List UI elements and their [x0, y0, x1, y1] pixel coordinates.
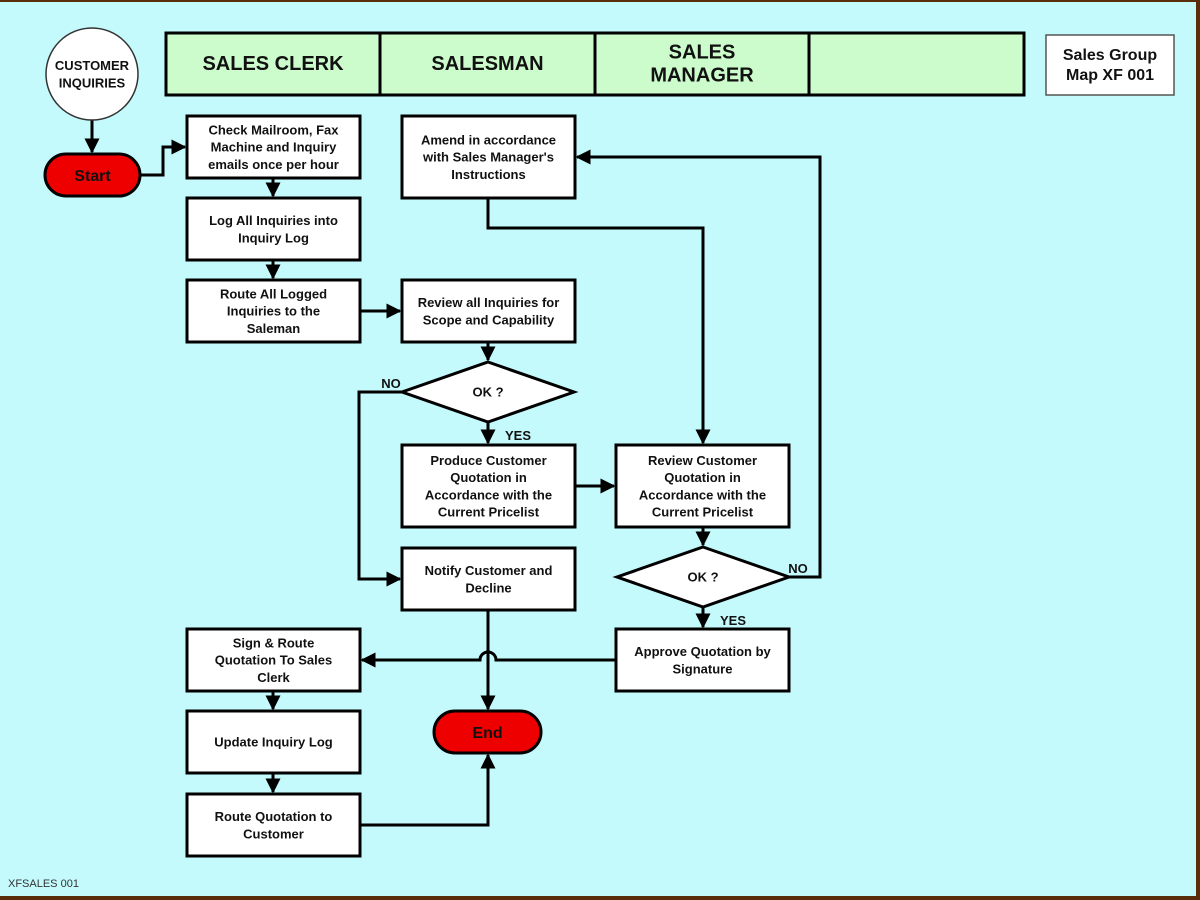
map-title-box: Sales Group Map XF 001: [1045, 34, 1175, 96]
node-label-check-mailroom: Check Mailroom, Fax Machine and Inquiry em…: [208, 123, 339, 172]
node-customer-inquiries[interactable]: CUSTOMER INQUIRIES: [45, 27, 139, 121]
node-label-start: Start: [74, 168, 111, 185]
flowchart-canvas: SALES CLERK SALESMAN SALES MANAGER Sales Gro…: [0, 2, 1196, 896]
node-start[interactable]: Start: [43, 152, 142, 198]
edge-label-no-ok-1: NO: [381, 376, 401, 391]
node-amend[interactable]: Amend in accordance with Sales Manager's I…: [400, 114, 577, 200]
edge-route-customer-to-end: [360, 753, 496, 827]
node-update-log[interactable]: Update Inquiry Log: [185, 709, 362, 775]
edge-label-yes-ok-1: YES: [505, 428, 531, 443]
node-review-inquiries[interactable]: Review all Inquiries for Scope and Capabi…: [400, 278, 577, 344]
node-label-ok-2: OK ?: [687, 570, 718, 585]
edge-start-to-check-mailroom: [140, 139, 187, 177]
footer-code: XFSALES 001: [8, 878, 79, 890]
edge-label-no-ok-2: NO: [788, 561, 808, 576]
edge-ok-1-to-notify-decline: [357, 390, 402, 587]
lane-header-sales-manager: SALES MANAGER: [593, 31, 811, 97]
node-label-update-log: Update Inquiry Log: [214, 735, 333, 750]
node-ok-2[interactable]: OK ?: [612, 545, 794, 609]
node-ok-1[interactable]: OK ?: [397, 360, 579, 424]
node-label-ok-1: OK ?: [472, 385, 503, 400]
node-label-end: End: [472, 725, 502, 742]
lane-header-salesman: SALESMAN: [378, 31, 597, 97]
node-log-inquiries[interactable]: Log All Inquiries into Inquiry Log: [185, 196, 362, 262]
lane-header-empty: [807, 31, 1026, 97]
edge-label-yes-ok-2: YES: [720, 613, 746, 628]
node-check-mailroom[interactable]: Check Mailroom, Fax Machine and Inquiry em…: [185, 114, 362, 180]
lane-label: SALES CLERK: [202, 53, 344, 75]
lane-header-sales-clerk: SALES CLERK: [164, 31, 382, 97]
node-sign-route[interactable]: Sign & Route Quotation To Sales Clerk: [185, 627, 362, 693]
node-route-logged[interactable]: Route All Logged Inquiries to the Saleman: [185, 278, 362, 344]
node-notify-decline[interactable]: Notify Customer and Decline: [400, 546, 577, 612]
node-approve[interactable]: Approve Quotation by Signature: [614, 627, 791, 693]
node-review-quotation[interactable]: Review Customer Quotation in Accordance wi…: [614, 443, 791, 529]
flowchart-svg: SALES CLERK SALESMAN SALES MANAGER Sales Gro…: [43, 27, 1175, 858]
node-produce-quotation[interactable]: Produce Customer Quotation in Accordance w…: [400, 443, 577, 529]
lane-label: SALESMAN: [431, 53, 543, 75]
node-end[interactable]: End: [432, 709, 543, 755]
node-route-customer[interactable]: Route Quotation to Customer: [185, 792, 362, 858]
